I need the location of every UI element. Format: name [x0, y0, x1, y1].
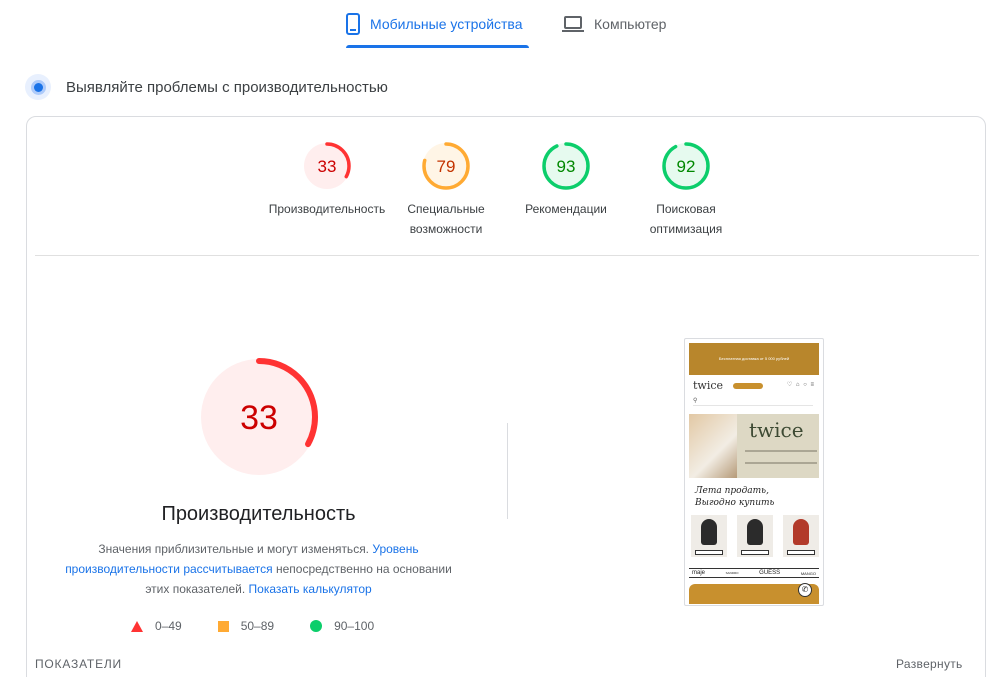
performance-big-score: 33 — [240, 399, 278, 437]
gauge-best-practices-ring: 93 — [542, 142, 590, 190]
thumb-card — [783, 515, 819, 557]
thumb-banner: Бесплатная доставка от 5 000 рублей — [689, 343, 819, 375]
thumb-brands: maje SANDRO GUESS MANGO — [689, 568, 819, 578]
legend-average-range: 50–89 — [240, 619, 275, 633]
gauge-seo-ring: 92 — [662, 142, 710, 190]
gauge-seo-label: Поисковая оптимизация — [649, 202, 723, 236]
thumb-hero-image — [689, 414, 737, 478]
smartphone-icon — [346, 13, 360, 35]
gauge-best-practices-score: 93 — [557, 157, 576, 176]
gauge-best-practices-label: Рекомендации — [525, 202, 607, 216]
laptop-icon — [562, 16, 584, 32]
gauge-performance[interactable]: 33 Производительность — [267, 141, 387, 219]
show-calculator-link[interactable]: Показать калькулятор — [249, 582, 372, 596]
thumb-script: Лета продать, Выгодно купить — [695, 486, 775, 508]
circle-icon — [310, 620, 323, 632]
legend-fail-range: 0–49 — [155, 619, 182, 633]
gauge-accessibility-score: 79 — [437, 157, 456, 176]
thumb-hero: twice — [689, 414, 819, 478]
gauge-seo-score: 92 — [677, 157, 696, 176]
gauge-best-practices[interactable]: 93 Рекомендации — [506, 141, 626, 219]
gauge-seo[interactable]: 92 Поисковая оптимизация — [626, 141, 746, 239]
performance-note: Значения приблизительные и могут изменят… — [57, 539, 460, 599]
phone-icon: ✆ — [798, 583, 812, 597]
tab-mobile[interactable]: Мобильные устройства — [346, 0, 529, 48]
divider — [35, 255, 979, 256]
search-icon: ⚲ — [693, 397, 813, 406]
thumb-brand: GUESS — [759, 570, 781, 576]
thumb-brand: maje — [692, 570, 706, 576]
gauge-performance-score: 33 — [318, 157, 337, 176]
tab-mobile-label: Мобильные устройства — [370, 16, 523, 32]
performance-title: Производительность — [161, 503, 356, 525]
thumb-pill — [733, 383, 763, 389]
score-legend: 0–49 50–89 90–100 — [131, 619, 410, 633]
metrics-heading: ПОКАЗАТЕЛИ — [35, 657, 122, 671]
thumb-card — [691, 515, 727, 557]
thumb-brand: SANDRO — [725, 571, 739, 575]
thumb-category-cards — [691, 515, 819, 557]
legend-average: 50–89 — [217, 619, 275, 633]
vertical-separator — [507, 423, 508, 519]
legend-pass-range: 90–100 — [334, 619, 375, 633]
gauge-performance-label: Производительность — [268, 202, 386, 216]
tab-desktop-label: Компьютер — [594, 16, 667, 32]
section-header: Выявляйте проблемы с производительностью — [25, 74, 388, 100]
note-text: Значения приблизительные и могут изменят… — [98, 542, 370, 556]
report-card: 33 Производительность 79 Специальные возм… — [26, 116, 986, 677]
legend-fail: 0–49 — [131, 619, 182, 633]
thumb-hero-logo: twice — [749, 418, 804, 442]
thumb-hero-text — [745, 450, 817, 464]
page-screenshot-thumbnail[interactable]: Бесплатная доставка от 5 000 рублей twic… — [684, 338, 824, 606]
legend-pass: 90–100 — [310, 619, 374, 633]
device-tabs: Мобильные устройства Компьютер — [0, 0, 995, 48]
expand-button[interactable]: Развернуть — [896, 657, 963, 671]
gauge-accessibility-label: Специальные возможности — [407, 202, 485, 236]
thumb-card — [737, 515, 773, 557]
thumb-header-icons: ♡ ⌂ ○ ≡ — [786, 382, 815, 388]
gauge-performance-ring: 33 — [303, 142, 351, 190]
thumb-brand: MANGO — [800, 570, 816, 576]
gauge-accessibility[interactable]: 79 Специальные возможности — [386, 141, 506, 239]
pulse-icon — [25, 74, 51, 100]
square-icon — [217, 620, 229, 632]
tab-desktop[interactable]: Компьютер — [562, 0, 682, 48]
section-title: Выявляйте проблемы с производительностью — [66, 78, 388, 96]
performance-big-gauge: 33 — [200, 358, 318, 476]
gauge-accessibility-ring: 79 — [422, 142, 470, 190]
score-gauges: 33 Производительность 79 Специальные возм… — [27, 141, 987, 251]
thumb-logo: twice — [693, 379, 724, 392]
triangle-icon — [131, 620, 143, 632]
